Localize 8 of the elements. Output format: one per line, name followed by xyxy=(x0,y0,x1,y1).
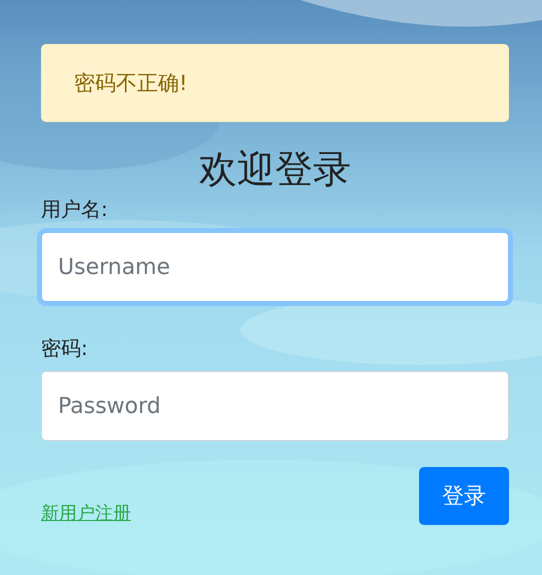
login-title: 欢迎登录 xyxy=(198,146,352,193)
login-button[interactable]: 登录 xyxy=(419,467,509,525)
field-label: 用户名: xyxy=(41,196,109,223)
register-link[interactable]: 新用户注册 xyxy=(41,501,131,525)
error-alert: 密码不正确! xyxy=(41,44,509,122)
input-field[interactable]: Password xyxy=(41,371,509,441)
field-label: 密码: xyxy=(41,335,89,362)
input-field[interactable]: Username xyxy=(41,232,509,302)
